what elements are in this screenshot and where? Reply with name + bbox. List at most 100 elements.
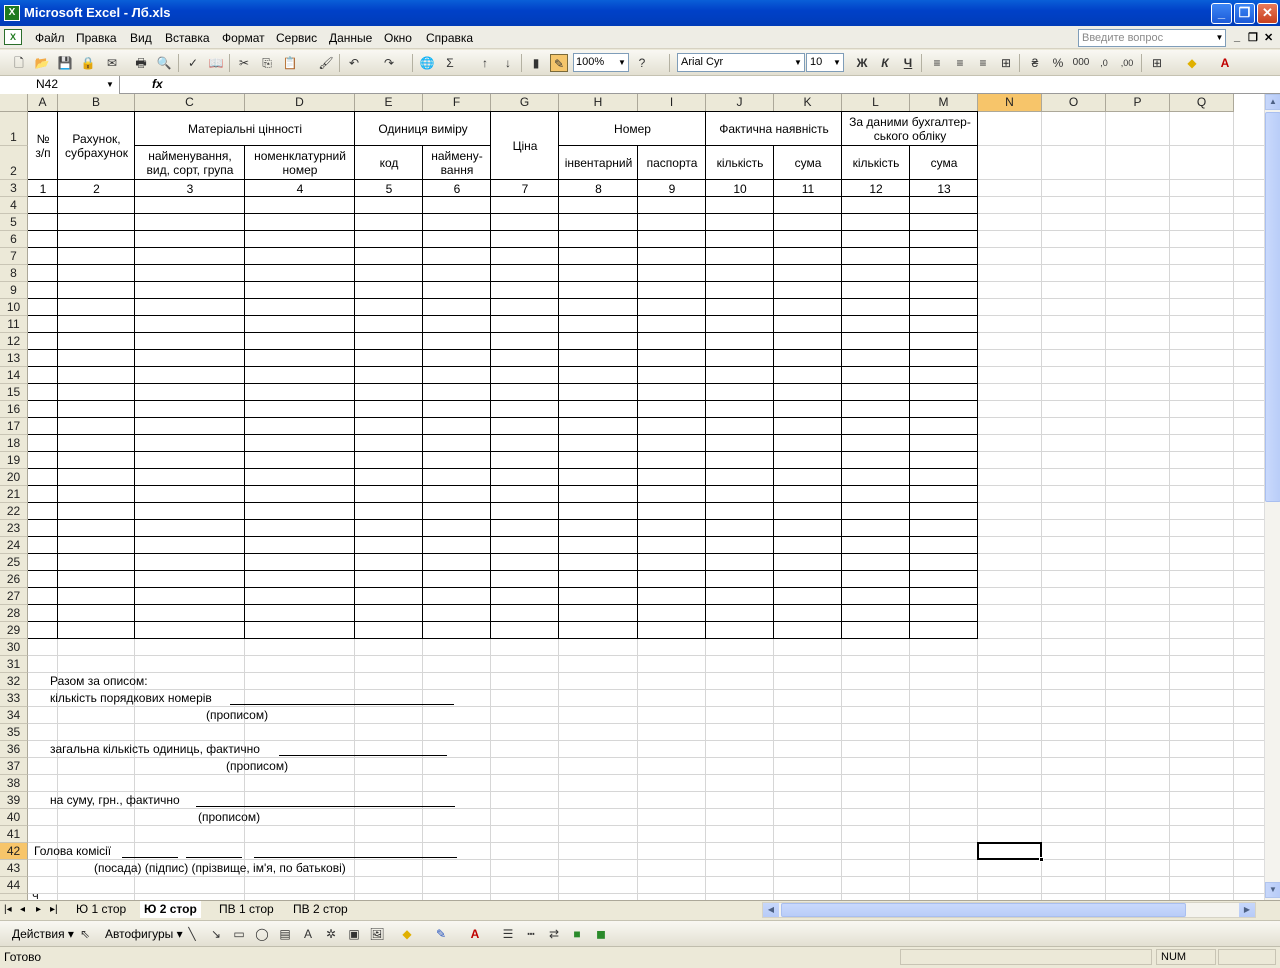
row-header[interactable]: 5 [0, 214, 28, 231]
sheet-tab-pv2[interactable]: ПВ 2 стор [289, 901, 352, 918]
dash-style-icon[interactable]: ┅ [522, 925, 540, 943]
doc-restore-button[interactable]: ❐ [1248, 31, 1258, 44]
scroll-up-icon[interactable]: ▲ [1265, 94, 1280, 110]
row-header[interactable]: 11 [0, 316, 28, 333]
row-header[interactable]: 25 [0, 554, 28, 571]
actions-menu[interactable]: Действия ▾ [12, 926, 74, 942]
zoom-select[interactable]: 100% ▼ [573, 53, 629, 72]
redo-icon[interactable]: ↷ [380, 54, 398, 72]
doc-close-button[interactable]: ✕ [1264, 31, 1273, 44]
spelling-icon[interactable]: ✓ [184, 54, 202, 72]
increase-decimal-icon[interactable]: ,0 [1095, 54, 1113, 72]
row-header[interactable]: 37 [0, 758, 28, 775]
cut-icon[interactable]: ✂ [235, 54, 253, 72]
name-box[interactable]: N42 ▼ [0, 76, 120, 94]
row-header[interactable]: 34 [0, 707, 28, 724]
row-header[interactable]: 44 [0, 877, 28, 894]
row-header[interactable]: 23 [0, 520, 28, 537]
research-icon[interactable]: 📖 [207, 54, 225, 72]
row-header[interactable]: 19 [0, 452, 28, 469]
new-icon[interactable]: 🗋 [10, 54, 28, 72]
fill-color-icon[interactable]: ◆ [398, 925, 416, 943]
row-header[interactable]: 28 [0, 605, 28, 622]
row-header[interactable]: 41 [0, 826, 28, 843]
chevron-down-icon[interactable]: ▼ [832, 55, 842, 70]
line-icon[interactable]: ╲ [183, 925, 201, 943]
thousands-icon[interactable]: 000 [1072, 54, 1090, 72]
vertical-scrollbar[interactable]: ▲ ▼ [1264, 94, 1280, 900]
menu-view[interactable]: Вид [130, 31, 152, 45]
open-icon[interactable]: 📂 [33, 54, 51, 72]
font-color-icon[interactable]: A [1216, 54, 1234, 72]
prev-sheet-icon[interactable]: ◂ [20, 902, 25, 918]
sheet-tab-pv1[interactable]: ПВ 1 стор [215, 901, 278, 918]
row-header[interactable]: 9 [0, 282, 28, 299]
chevron-down-icon[interactable]: ▼ [103, 76, 117, 93]
menu-file[interactable]: Файл [35, 31, 65, 45]
row-header[interactable]: 32 [0, 673, 28, 690]
column-header[interactable]: F [423, 94, 491, 112]
row-header[interactable]: 30 [0, 639, 28, 656]
worksheet-grid[interactable]: A B C D E F G H I J K L M N O P Q 1 2 3 4 5 6 7 8 9 10 11 12 13 14 15 16… [0, 94, 1264, 900]
column-header[interactable]: K [774, 94, 842, 112]
column-header[interactable]: D [245, 94, 355, 112]
horizontal-scrollbar[interactable]: ◀ ▶ [762, 902, 1256, 918]
percent-icon[interactable]: % [1049, 54, 1067, 72]
currency-icon[interactable]: ₴ [1026, 54, 1044, 72]
scroll-left-icon[interactable]: ◀ [763, 903, 779, 917]
line-color-icon[interactable]: ✎ [432, 925, 450, 943]
menu-data[interactable]: Данные [329, 31, 372, 45]
restore-button[interactable]: ❐ [1234, 3, 1255, 24]
next-sheet-icon[interactable]: ▸ [36, 902, 41, 918]
row-header[interactable]: 7 [0, 248, 28, 265]
sort-ascending-icon[interactable]: ↑ [476, 54, 494, 72]
column-header[interactable]: Q [1170, 94, 1234, 112]
last-sheet-icon[interactable]: ▸| [50, 902, 58, 918]
column-header[interactable]: C [135, 94, 245, 112]
column-header[interactable]: G [491, 94, 559, 112]
scroll-down-icon[interactable]: ▼ [1265, 882, 1280, 898]
hyperlink-icon[interactable]: 🌐 [418, 54, 436, 72]
row-header[interactable]: 18 [0, 435, 28, 452]
chevron-down-icon[interactable]: ▼ [617, 55, 627, 70]
picture-icon[interactable]: 🖼 [368, 925, 386, 943]
wordart-icon[interactable]: A [299, 925, 317, 943]
font-color-icon[interactable]: A [466, 925, 484, 943]
arrow-icon[interactable]: ↘ [207, 925, 225, 943]
vertical-scroll-thumb[interactable] [1265, 112, 1280, 502]
align-right-icon[interactable]: ≡ [974, 54, 992, 72]
row-header[interactable]: 33 [0, 690, 28, 707]
row-header[interactable]: 10 [0, 299, 28, 316]
rectangle-icon[interactable]: ▭ [230, 925, 248, 943]
row-header[interactable]: 21 [0, 486, 28, 503]
column-header[interactable]: L [842, 94, 910, 112]
email-icon[interactable]: ✉ [103, 54, 121, 72]
row-header[interactable]: 6 [0, 231, 28, 248]
align-center-icon[interactable]: ≡ [951, 54, 969, 72]
row-header[interactable]: 8 [0, 265, 28, 282]
column-header[interactable]: O [1042, 94, 1106, 112]
row-header[interactable]: 16 [0, 401, 28, 418]
row-header[interactable]: 42 [0, 843, 28, 860]
menu-tools[interactable]: Сервис [276, 31, 317, 45]
close-button[interactable]: ✕ [1257, 3, 1278, 24]
row-header[interactable]: 4 [0, 197, 28, 214]
row-header[interactable]: 17 [0, 418, 28, 435]
menu-edit[interactable]: Правка [76, 31, 117, 45]
first-sheet-icon[interactable]: |◂ [4, 902, 12, 918]
row-header[interactable]: 24 [0, 537, 28, 554]
column-header[interactable]: B [58, 94, 135, 112]
autosum-icon[interactable]: Σ [441, 54, 459, 72]
row-header[interactable]: 22 [0, 503, 28, 520]
row-header[interactable]: 27 [0, 588, 28, 605]
menu-format[interactable]: Формат [222, 31, 265, 45]
underline-icon[interactable]: Ч [899, 54, 917, 72]
select-objects-icon[interactable]: ⇖ [76, 925, 94, 943]
arrow-style-icon[interactable]: ⇄ [545, 925, 563, 943]
row-header[interactable]: 12 [0, 333, 28, 350]
row-header[interactable]: 31 [0, 656, 28, 673]
sort-descending-icon[interactable]: ↓ [499, 54, 517, 72]
chart-wizard-icon[interactable]: ▮ [527, 54, 545, 72]
ask-question-input[interactable]: Введите вопрос ▼ [1078, 29, 1226, 47]
column-header[interactable]: I [638, 94, 706, 112]
